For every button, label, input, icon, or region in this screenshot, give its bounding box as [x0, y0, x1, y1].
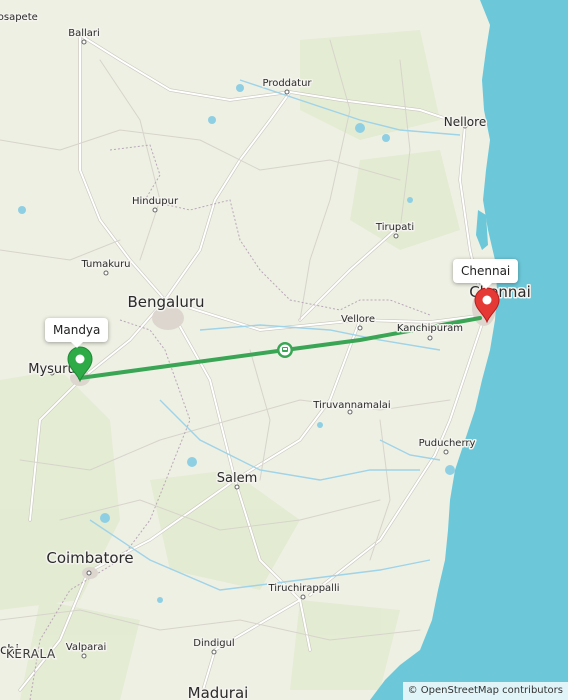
city-label-hindupur: Hindupur: [132, 196, 179, 207]
city-label-coimbatore: Coimbatore: [46, 549, 133, 567]
city-label-valparai: Valparai: [66, 642, 106, 653]
destination-label: Chennai: [461, 264, 511, 278]
city-label-ballari: Ballari: [68, 28, 100, 39]
city-label-tumakuru: Tumakuru: [80, 259, 130, 270]
city-label-mysuru: Mysuru: [28, 362, 76, 377]
city-label-tiruchirappalli: Tiruchirappalli: [267, 583, 339, 594]
city-label-bengaluru: Bengaluru: [127, 293, 204, 311]
city-label-tirupati: Tirupati: [375, 222, 414, 233]
state-label-kerala: KERALA: [6, 647, 56, 661]
city-label-vellore: Vellore: [341, 314, 375, 325]
city-label-hosapete: Hosapete: [0, 12, 38, 23]
city-label-madurai: Madurai: [188, 684, 249, 700]
route-midpoint-icon[interactable]: [277, 342, 293, 358]
city-label-kanchipuram: Kanchipuram: [397, 323, 463, 334]
origin-label: Mandya: [53, 323, 101, 337]
city-label-salem: Salem: [217, 471, 258, 486]
city-label-tiruvannamalai: Tiruvannamalai: [312, 400, 390, 411]
map-canvas[interactable]: Hosapete Ballari Proddatur Nellore Hindu…: [0, 0, 568, 700]
attribution-text[interactable]: © OpenStreetMap contributors: [408, 685, 563, 696]
city-label-proddatur: Proddatur: [262, 78, 312, 89]
city-label-dindigul: Dindigul: [193, 638, 234, 649]
destination-tooltip: Chennai: [453, 259, 519, 289]
map-attribution[interactable]: © OpenStreetMap contributors: [402, 682, 568, 700]
city-label-nellore: Nellore: [444, 115, 486, 129]
origin-tooltip: Mandya: [45, 318, 109, 348]
city-label-puducherry: Puducherry: [419, 438, 476, 449]
